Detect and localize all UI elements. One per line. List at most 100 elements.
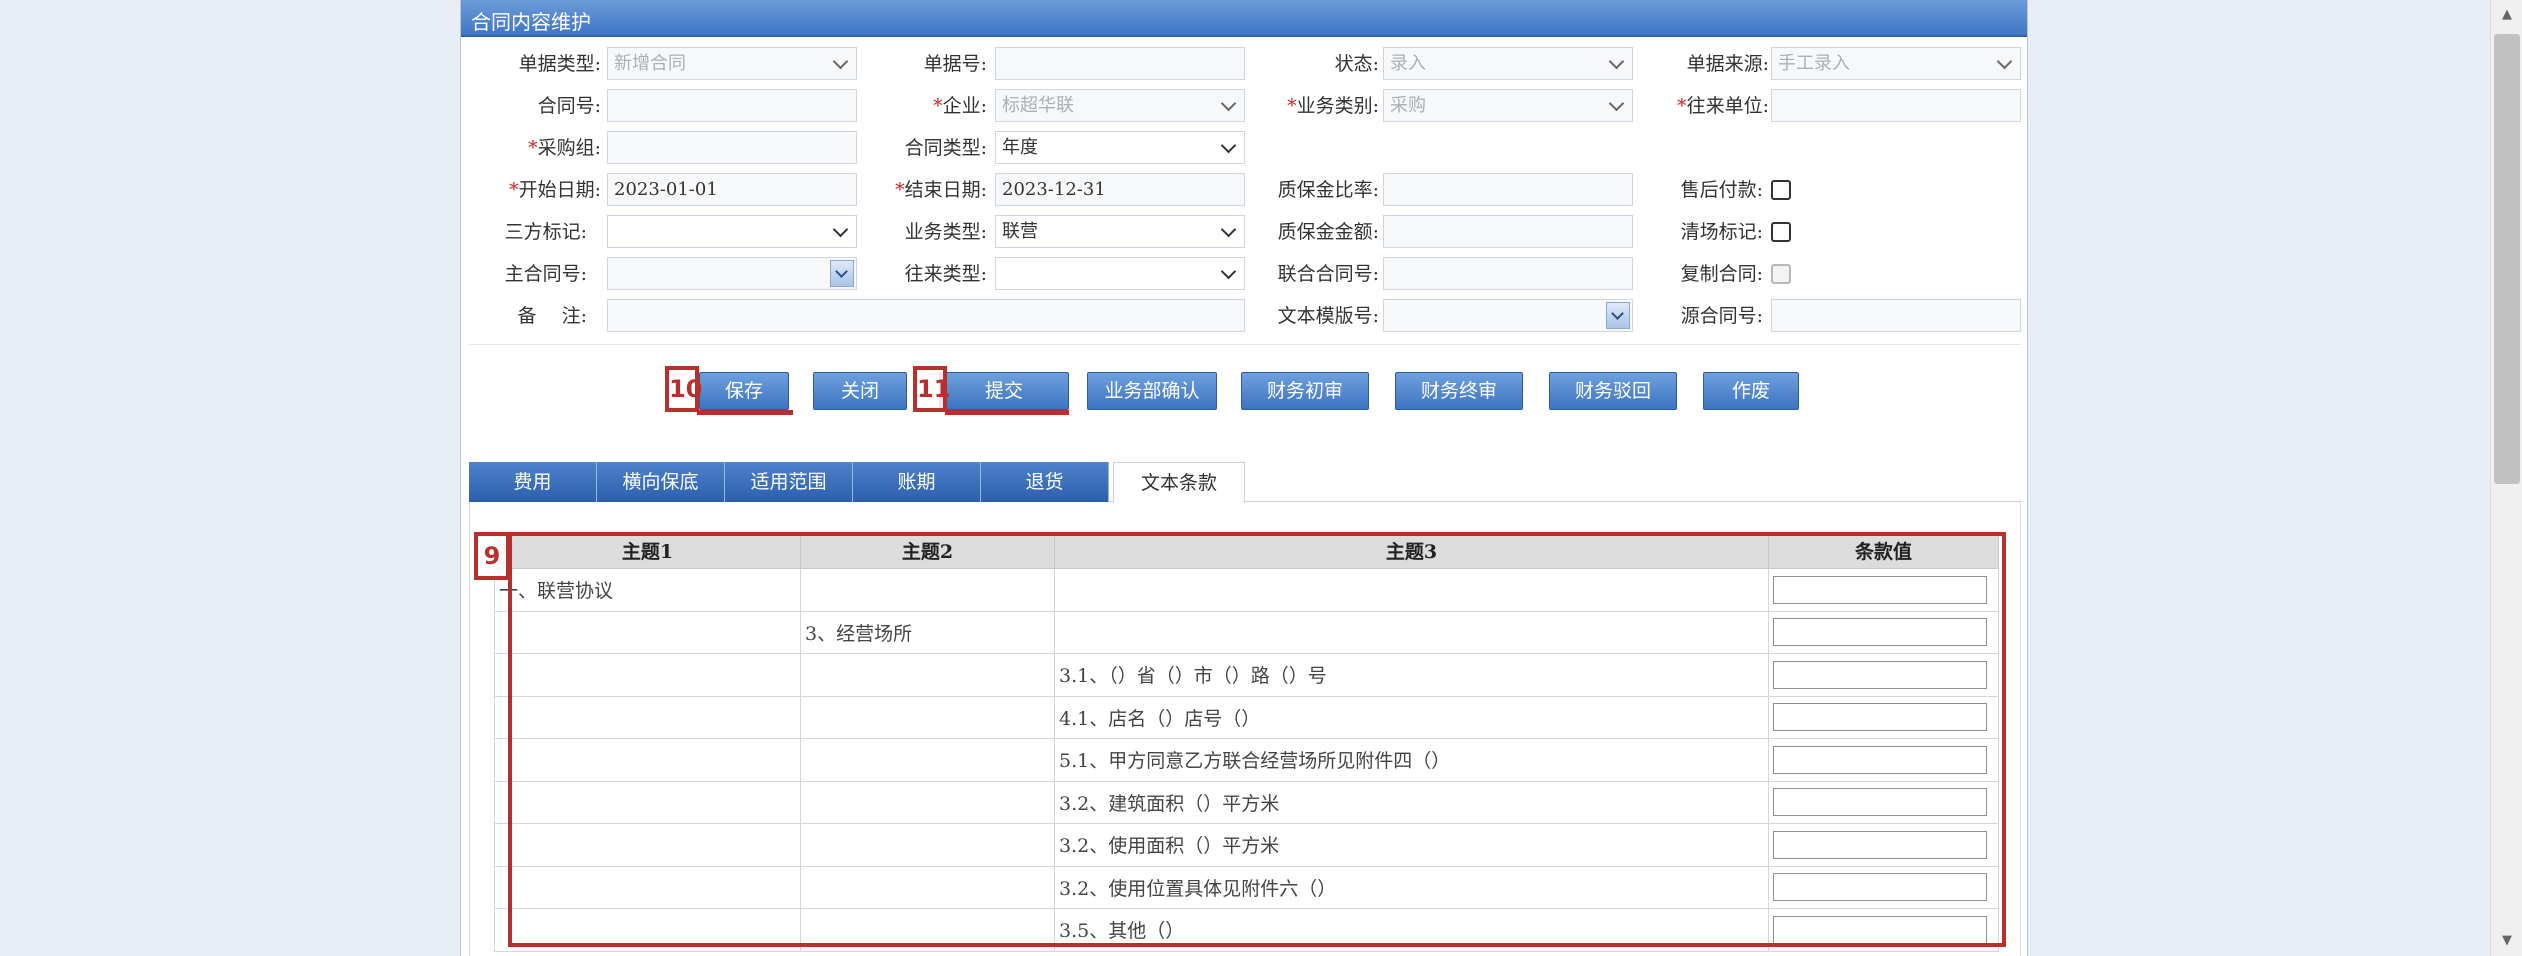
- clause-value-cell: [1768, 908, 1999, 952]
- template-no-label: 文本模版号:: [1277, 305, 1379, 327]
- topic2-cell: [800, 653, 1055, 697]
- topic2-cell: [800, 908, 1055, 952]
- tab-text-clauses[interactable]: 文本条款: [1113, 462, 1245, 503]
- tab-horizontal-guarantee[interactable]: 横向保底: [597, 462, 725, 502]
- tripartite-select[interactable]: [607, 215, 857, 248]
- form-row-1: 单据类型: 新增合同 单据号: 状态: 录入 单据来源: 手工录入: [461, 46, 2029, 82]
- topic2-cell: 3、经营场所: [800, 610, 1055, 654]
- status-label: 状态:: [1334, 53, 1379, 75]
- col-header-topic1[interactable]: 主题1: [494, 532, 801, 569]
- save-button[interactable]: 保存: [699, 372, 789, 410]
- finance-reject-button[interactable]: 财务驳回: [1549, 372, 1677, 410]
- purchase-group-field[interactable]: [607, 131, 857, 164]
- contract-type-label: 合同类型:: [904, 137, 987, 159]
- tab-returns[interactable]: 退货: [981, 462, 1109, 502]
- clause-value-cell: [1768, 823, 1999, 867]
- enterprise-select[interactable]: 标超华联: [995, 89, 1245, 122]
- clause-value-input[interactable]: [1773, 915, 1987, 944]
- partner-label: *往来单位:: [1677, 95, 1769, 117]
- form-row-7: 备 注: 文本模版号: 源合同号:: [461, 298, 2029, 334]
- contract-type-select[interactable]: 年度: [995, 131, 1245, 164]
- void-button[interactable]: 作废: [1703, 372, 1799, 410]
- tab-payment-term[interactable]: 账期: [853, 462, 981, 502]
- table-row: 3.2、使用面积（）平方米: [494, 823, 1999, 867]
- copy-contract-checkbox[interactable]: [1771, 264, 1791, 284]
- deposit-rate-label: 质保金比率:: [1277, 179, 1379, 201]
- biz-confirm-button[interactable]: 业务部确认: [1087, 372, 1217, 410]
- clause-value-input[interactable]: [1773, 873, 1987, 902]
- clause-value-cell: [1768, 865, 1999, 909]
- form-row-4: *开始日期: 2023-01-01 *结束日期: 2023-12-31 质保金比…: [461, 172, 2029, 208]
- clause-grid-container: 主题1 主题2 主题3 条款值 一、联营协议 3、经营场所 3.1、（）省（）市…: [469, 502, 2021, 956]
- table-row: 3.1、（）省（）市（）路（）号: [494, 653, 1999, 697]
- doc-no-field[interactable]: [995, 47, 1245, 80]
- deposit-amount-label: 质保金金额:: [1277, 221, 1379, 243]
- clause-value-input[interactable]: [1773, 575, 1987, 604]
- deposit-amount-field[interactable]: [1383, 215, 1633, 248]
- doc-source-select[interactable]: 手工录入: [1771, 47, 2021, 80]
- enterprise-label: *企业:: [933, 95, 987, 117]
- topic2-cell: [800, 865, 1055, 909]
- scroll-up-arrow-icon[interactable]: ▲: [2491, 0, 2522, 30]
- finance-final-review-button[interactable]: 财务终审: [1395, 372, 1523, 410]
- topic1-cell: [494, 823, 801, 867]
- clause-grid: 主题1 主题2 主题3 条款值 一、联营协议 3、经营场所 3.1、（）省（）市…: [494, 532, 1999, 952]
- partner-type-select[interactable]: [995, 257, 1245, 290]
- joint-contract-field[interactable]: [1383, 257, 1633, 290]
- template-no-combo[interactable]: [1383, 299, 1633, 332]
- biz-type-select[interactable]: 联营: [995, 215, 1245, 248]
- topic2-cell: [800, 738, 1055, 782]
- purchase-group-label: *采购组:: [528, 137, 601, 159]
- topic1-cell: 一、联营协议: [494, 568, 801, 612]
- annotation-underline-submit: [945, 410, 1069, 415]
- deposit-rate-field[interactable]: [1383, 173, 1633, 206]
- table-row: 4.1、店名（）店号（）: [494, 695, 1999, 739]
- clause-value-input[interactable]: [1773, 618, 1987, 647]
- status-select[interactable]: 录入: [1383, 47, 1633, 80]
- grid-header-row: 主题1 主题2 主题3 条款值: [494, 532, 1999, 569]
- combo-dropdown-icon[interactable]: [830, 260, 854, 287]
- biz-category-label: *业务类别:: [1287, 95, 1379, 117]
- clause-value-input[interactable]: [1773, 703, 1987, 732]
- source-contract-field[interactable]: [1771, 299, 2021, 332]
- topic1-cell: [494, 695, 801, 739]
- topic1-cell: [494, 780, 801, 824]
- annotation-marker-9: 9: [474, 532, 510, 580]
- end-date-label: *结束日期:: [895, 179, 987, 201]
- source-contract-label: 源合同号:: [1680, 305, 1763, 327]
- col-header-clause-value[interactable]: 条款值: [1768, 532, 1999, 569]
- col-header-topic2[interactable]: 主题2: [800, 532, 1055, 569]
- start-date-label: *开始日期:: [509, 179, 601, 201]
- topic1-cell: [494, 865, 801, 909]
- close-button[interactable]: 关闭: [813, 372, 907, 410]
- table-row: 一、联营协议: [494, 568, 1999, 612]
- scroll-down-arrow-icon[interactable]: ▼: [2491, 926, 2522, 956]
- page-scrollbar[interactable]: ▲ ▼: [2490, 0, 2522, 956]
- tab-fees[interactable]: 费用: [469, 462, 597, 502]
- tab-scope[interactable]: 适用范围: [725, 462, 853, 502]
- contract-no-label: 合同号:: [537, 95, 601, 117]
- clearance-checkbox[interactable]: [1771, 222, 1791, 242]
- form-row-2: 合同号: *企业: 标超华联 *业务类别: 采购 *往来单位:: [461, 88, 2029, 124]
- col-header-topic3[interactable]: 主题3: [1054, 532, 1769, 569]
- finance-first-review-button[interactable]: 财务初审: [1241, 372, 1369, 410]
- master-contract-combo[interactable]: [607, 257, 857, 290]
- table-row: 3.2、建筑面积（）平方米: [494, 780, 1999, 824]
- scroll-thumb[interactable]: [2494, 34, 2520, 484]
- submit-button[interactable]: 提交: [939, 372, 1069, 410]
- biz-category-select[interactable]: 采购: [1383, 89, 1633, 122]
- clause-value-input[interactable]: [1773, 745, 1987, 774]
- doc-type-label: 单据类型:: [518, 53, 601, 75]
- topic1-cell: [494, 738, 801, 782]
- clause-value-input[interactable]: [1773, 788, 1987, 817]
- remark-field[interactable]: [607, 299, 1245, 332]
- clause-value-input[interactable]: [1773, 830, 1987, 859]
- combo-dropdown-icon[interactable]: [1606, 302, 1630, 329]
- contract-no-field[interactable]: [607, 89, 857, 122]
- end-date-field[interactable]: 2023-12-31: [995, 173, 1245, 206]
- start-date-field[interactable]: 2023-01-01: [607, 173, 857, 206]
- partner-field[interactable]: [1771, 89, 2021, 122]
- doc-type-select[interactable]: 新增合同: [607, 47, 857, 80]
- clause-value-input[interactable]: [1773, 660, 1987, 689]
- after-sale-pay-checkbox[interactable]: [1771, 180, 1791, 200]
